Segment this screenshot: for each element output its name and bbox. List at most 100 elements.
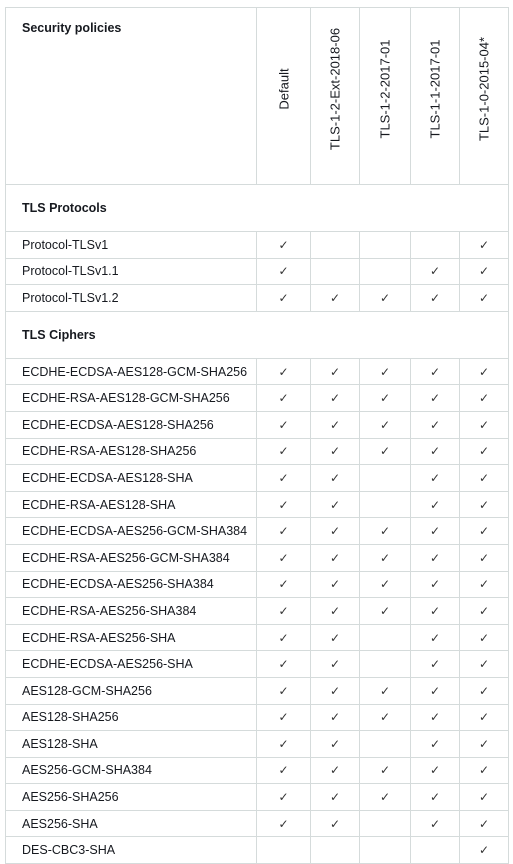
check-cell: ✓	[310, 597, 360, 625]
check-icon: ✓	[379, 790, 391, 805]
check-cell	[359, 231, 411, 259]
check-cell: ✓	[410, 357, 460, 386]
check-cell	[410, 836, 460, 864]
check-cell: ✓	[410, 517, 460, 545]
table-row: DES-CBC3-SHA ✓	[5, 836, 509, 864]
check-icon: ✓	[429, 577, 441, 592]
check-icon: ✓	[379, 710, 391, 725]
row-name: ECDHE-ECDSA-AES128-GCM-SHA256	[5, 357, 257, 386]
check-cell: ✓	[256, 730, 311, 758]
check-cell: ✓	[310, 437, 360, 466]
column-header-tls-1-2-ext-2018-06: TLS-1-2-Ext-2018-06	[310, 7, 360, 185]
check-icon: ✓	[329, 391, 341, 406]
check-cell: ✓	[256, 623, 311, 652]
check-cell	[310, 836, 360, 864]
row-name: ECDHE-RSA-AES128-SHA256	[5, 437, 257, 466]
check-cell: ✓	[459, 437, 509, 466]
check-cell: ✓	[359, 543, 411, 572]
check-icon: ✓	[429, 630, 441, 645]
check-icon: ✓	[278, 524, 289, 539]
check-icon: ✓	[329, 657, 341, 672]
check-cell: ✓	[410, 703, 460, 732]
check-cell	[410, 231, 460, 259]
check-cell: ✓	[410, 490, 460, 519]
row-name: Protocol-TLSv1	[5, 231, 257, 259]
table-row: ECDHE-ECDSA-AES256-SHA ✓ ✓ ✓ ✓	[5, 650, 509, 678]
check-icon: ✓	[478, 816, 490, 831]
check-cell: ✓	[410, 257, 460, 286]
check-cell: ✓	[459, 570, 509, 599]
check-cell: ✓	[410, 543, 460, 572]
check-icon: ✓	[379, 444, 391, 459]
check-cell: ✓	[359, 517, 411, 545]
check-cell: ✓	[410, 464, 460, 492]
check-icon: ✓	[278, 470, 289, 485]
check-cell: ✓	[459, 783, 509, 811]
check-icon: ✓	[429, 290, 441, 305]
row-name: AES128-SHA256	[5, 703, 257, 732]
check-cell: ✓	[310, 357, 360, 386]
row-name: Protocol-TLSv1.1	[5, 257, 257, 286]
check-cell: ✓	[310, 623, 360, 652]
check-icon: ✓	[329, 816, 341, 831]
check-icon: ✓	[478, 763, 490, 778]
check-icon: ✓	[478, 444, 490, 459]
check-icon: ✓	[478, 290, 490, 305]
check-icon: ✓	[278, 603, 289, 618]
check-icon: ✓	[429, 736, 441, 751]
check-cell: ✓	[256, 809, 311, 838]
check-icon: ✓	[278, 391, 289, 406]
row-name: ECDHE-ECDSA-AES256-SHA384	[5, 570, 257, 599]
check-icon: ✓	[429, 524, 441, 539]
check-icon: ✓	[478, 603, 490, 618]
check-cell: ✓	[410, 676, 460, 705]
check-icon: ✓	[478, 790, 490, 805]
check-cell: ✓	[459, 756, 509, 785]
row-name: AES256-GCM-SHA384	[5, 756, 257, 785]
check-icon: ✓	[429, 264, 441, 279]
table-row: Protocol-TLSv1.1 ✓ ✓ ✓	[5, 257, 509, 286]
check-icon: ✓	[478, 470, 490, 485]
check-cell	[310, 231, 360, 259]
table-row: ECDHE-RSA-AES256-SHA384 ✓ ✓ ✓ ✓ ✓	[5, 597, 509, 625]
check-cell: ✓	[459, 284, 509, 312]
check-icon: ✓	[278, 577, 289, 592]
table-row: AES256-SHA256 ✓ ✓ ✓ ✓ ✓	[5, 783, 509, 811]
check-icon: ✓	[278, 816, 289, 831]
table-row: ECDHE-ECDSA-AES128-SHA ✓ ✓ ✓ ✓	[5, 464, 509, 492]
column-header-label: TLS-1-2-Ext-2018-06	[327, 27, 343, 151]
check-icon: ✓	[278, 630, 289, 645]
check-cell: ✓	[310, 676, 360, 705]
table-row: ECDHE-ECDSA-AES256-SHA384 ✓ ✓ ✓ ✓ ✓	[5, 570, 509, 599]
check-icon: ✓	[429, 657, 441, 672]
row-name: ECDHE-RSA-AES256-SHA384	[5, 597, 257, 625]
check-icon: ✓	[429, 816, 441, 831]
check-icon: ✓	[329, 444, 341, 459]
check-icon: ✓	[478, 710, 490, 725]
check-icon: ✓	[278, 417, 289, 432]
check-cell: ✓	[459, 384, 509, 412]
check-cell	[359, 809, 411, 838]
check-cell: ✓	[459, 836, 509, 864]
check-icon: ✓	[379, 550, 391, 565]
table-row: ECDHE-RSA-AES128-SHA ✓ ✓ ✓ ✓	[5, 490, 509, 519]
check-cell: ✓	[459, 357, 509, 386]
check-icon: ✓	[329, 290, 341, 305]
check-icon: ✓	[429, 364, 441, 379]
check-icon: ✓	[478, 417, 490, 432]
column-header-label: TLS-1-0-2015-04*	[476, 36, 492, 142]
column-header-label: TLS-1-1-2017-01	[427, 39, 443, 139]
check-cell: ✓	[410, 384, 460, 412]
check-cell: ✓	[310, 703, 360, 732]
check-icon: ✓	[429, 603, 441, 618]
table-row: AES256-GCM-SHA384 ✓ ✓ ✓ ✓ ✓	[5, 756, 509, 785]
check-cell	[359, 490, 411, 519]
table-body: TLS Protocols Protocol-TLSv1 ✓ ✓ Protocol-TL…	[5, 184, 509, 864]
table-row: ECDHE-RSA-AES128-GCM-SHA256 ✓ ✓ ✓ ✓ ✓	[5, 384, 509, 412]
check-cell: ✓	[256, 257, 311, 286]
check-icon: ✓	[329, 683, 341, 698]
check-icon: ✓	[278, 237, 289, 252]
check-icon: ✓	[278, 710, 289, 725]
check-cell: ✓	[410, 410, 460, 439]
check-icon: ✓	[329, 497, 341, 512]
